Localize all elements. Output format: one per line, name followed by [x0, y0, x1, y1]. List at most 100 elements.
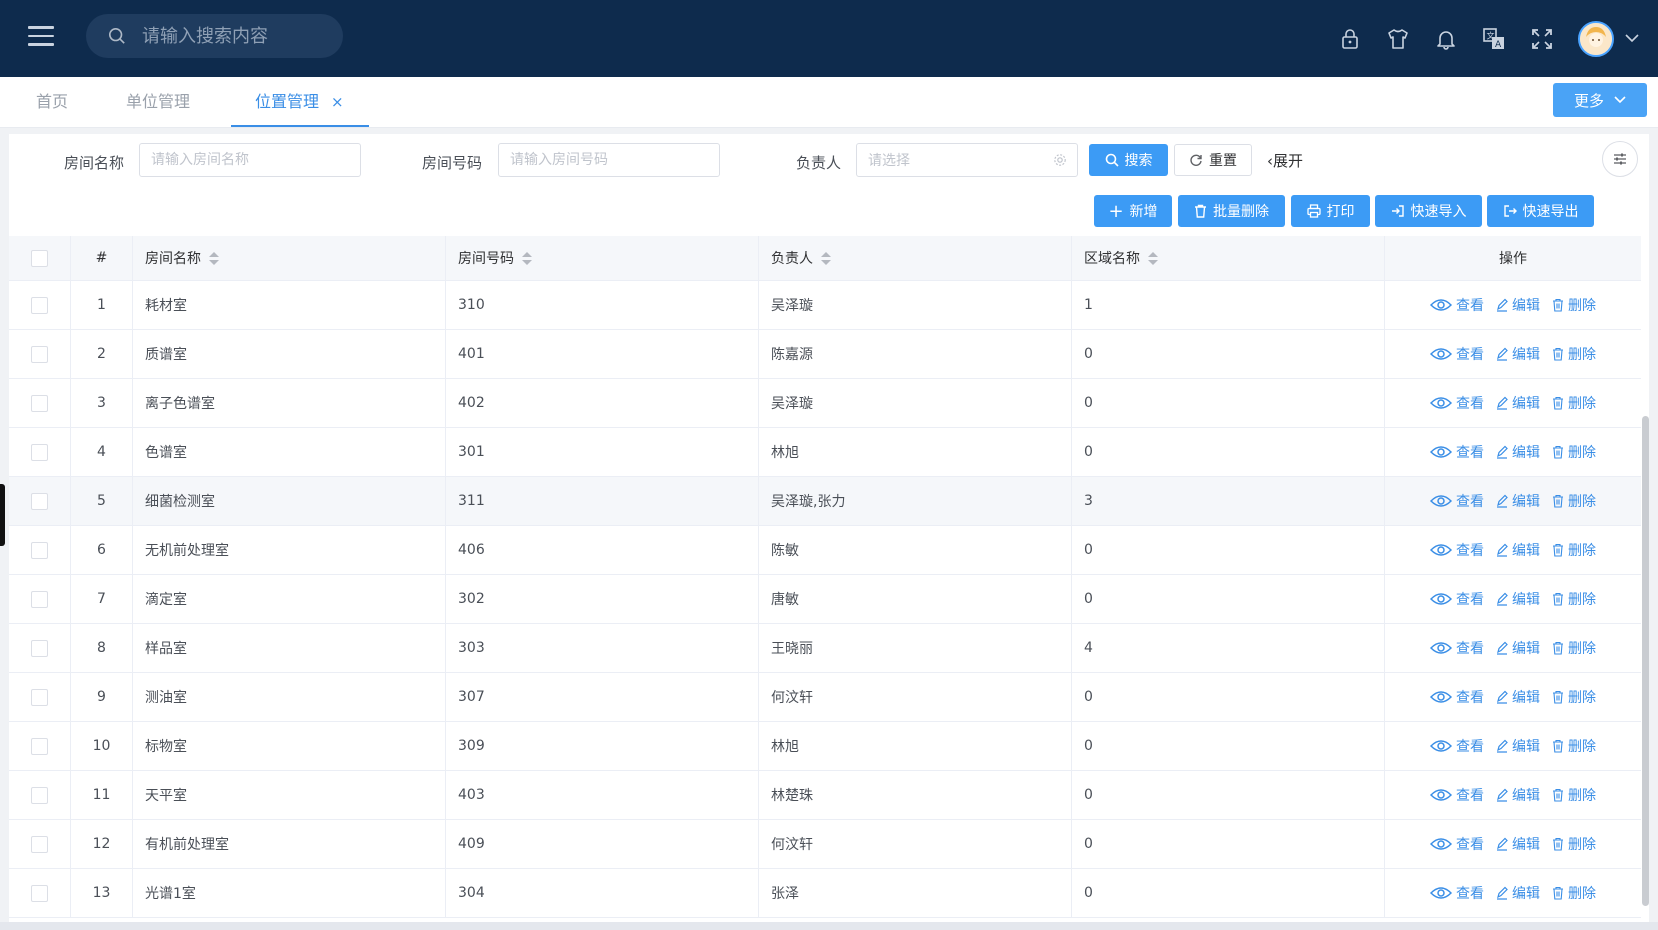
- delete-button[interactable]: 删除: [1552, 883, 1596, 903]
- fullscreen-icon[interactable]: [1529, 26, 1555, 52]
- global-search-input[interactable]: [142, 25, 332, 47]
- room-name-input[interactable]: [139, 143, 361, 177]
- lock-icon[interactable]: [1337, 26, 1363, 52]
- row-checkbox[interactable]: [31, 835, 48, 853]
- edit-button[interactable]: 编辑: [1496, 442, 1540, 462]
- select-all-checkbox[interactable]: [31, 249, 48, 267]
- delete-button[interactable]: 删除: [1552, 344, 1596, 364]
- view-button[interactable]: 查看: [1430, 834, 1484, 854]
- delete-button[interactable]: 删除: [1552, 393, 1596, 413]
- reset-button[interactable]: 重置: [1174, 144, 1252, 176]
- delete-button[interactable]: 删除: [1552, 785, 1596, 805]
- horizontal-scrollbar[interactable]: [0, 922, 1658, 930]
- edit-button[interactable]: 编辑: [1496, 687, 1540, 707]
- edit-button[interactable]: 编辑: [1496, 638, 1540, 658]
- chevron-down-icon[interactable]: [1624, 31, 1646, 47]
- close-icon[interactable]: ×: [331, 93, 344, 111]
- batch-delete-button[interactable]: 批量删除: [1178, 195, 1285, 227]
- view-button[interactable]: 查看: [1430, 687, 1484, 707]
- view-button[interactable]: 查看: [1430, 785, 1484, 805]
- owner-select[interactable]: 请选择: [856, 143, 1078, 177]
- edit-button[interactable]: 编辑: [1496, 883, 1540, 903]
- pencil-icon: [1497, 543, 1508, 557]
- delete-button[interactable]: 删除: [1552, 589, 1596, 609]
- delete-button[interactable]: 删除: [1552, 295, 1596, 315]
- edit-button[interactable]: 编辑: [1496, 736, 1540, 756]
- view-button[interactable]: 查看: [1430, 344, 1484, 364]
- edit-button[interactable]: 编辑: [1496, 344, 1540, 364]
- global-search[interactable]: [86, 14, 343, 58]
- column-settings-button[interactable]: [1602, 141, 1638, 177]
- delete-button[interactable]: 删除: [1552, 540, 1596, 560]
- header-area[interactable]: 区域名称: [1072, 236, 1385, 280]
- print-button[interactable]: 打印: [1291, 195, 1370, 227]
- edit-button[interactable]: 编辑: [1496, 589, 1540, 609]
- quick-export-button[interactable]: 快速导出: [1487, 195, 1594, 227]
- delete-button[interactable]: 删除: [1552, 491, 1596, 511]
- view-button[interactable]: 查看: [1430, 295, 1484, 315]
- edit-button[interactable]: 编辑: [1496, 295, 1540, 315]
- tab-location-management[interactable]: 位置管理 ×: [231, 77, 369, 127]
- view-button[interactable]: 查看: [1430, 589, 1484, 609]
- eye-icon: [1430, 593, 1452, 605]
- delete-button[interactable]: 删除: [1552, 442, 1596, 462]
- row-checkbox[interactable]: [31, 688, 48, 706]
- edit-button[interactable]: 编辑: [1496, 540, 1540, 560]
- edit-button[interactable]: 编辑: [1496, 491, 1540, 511]
- row-checkbox[interactable]: [31, 394, 48, 412]
- tab-unit-management[interactable]: 单位管理: [126, 77, 190, 127]
- translate-icon[interactable]: 文A: [1481, 26, 1507, 52]
- row-checkbox[interactable]: [31, 884, 48, 902]
- more-button[interactable]: 更多: [1553, 83, 1647, 117]
- menu-toggle-icon[interactable]: [28, 26, 54, 48]
- user-avatar[interactable]: [1578, 20, 1614, 57]
- search-button[interactable]: 搜索: [1089, 144, 1168, 176]
- room-name-cell: 标物室: [133, 722, 446, 770]
- edit-button[interactable]: 编辑: [1496, 785, 1540, 805]
- shirt-icon[interactable]: [1385, 26, 1411, 52]
- row-checkbox[interactable]: [31, 492, 48, 510]
- header-owner[interactable]: 负责人: [759, 236, 1072, 280]
- delete-button[interactable]: 删除: [1552, 638, 1596, 658]
- table-row: 10 标物室 309 林旭 0 查看 编辑 删除: [9, 722, 1641, 771]
- row-checkbox[interactable]: [31, 345, 48, 363]
- room-code-input[interactable]: [498, 143, 720, 177]
- row-checkbox[interactable]: [31, 443, 48, 461]
- pencil-icon: [1497, 298, 1508, 312]
- expand-link[interactable]: ‹展开: [1267, 150, 1303, 171]
- view-button[interactable]: 查看: [1430, 638, 1484, 658]
- view-button[interactable]: 查看: [1430, 491, 1484, 511]
- view-button[interactable]: 查看: [1430, 442, 1484, 462]
- view-button[interactable]: 查看: [1430, 883, 1484, 903]
- sort-icon[interactable]: [1148, 251, 1158, 265]
- row-checkbox[interactable]: [31, 541, 48, 559]
- view-button[interactable]: 查看: [1430, 393, 1484, 413]
- sort-icon[interactable]: [209, 251, 219, 265]
- quick-import-button[interactable]: 快速导入: [1375, 195, 1482, 227]
- owner-cell: 陈敏: [759, 526, 1072, 574]
- header-room-name[interactable]: 房间名称: [133, 236, 446, 280]
- row-checkbox[interactable]: [31, 639, 48, 657]
- sort-icon[interactable]: [522, 251, 532, 265]
- view-button[interactable]: 查看: [1430, 540, 1484, 560]
- table-scrollbar[interactable]: [1642, 416, 1649, 906]
- eye-icon: [1430, 838, 1452, 850]
- add-button[interactable]: + 新增: [1094, 195, 1172, 227]
- tab-home[interactable]: 首页: [36, 77, 68, 127]
- edit-button[interactable]: 编辑: [1496, 393, 1540, 413]
- header-room-code[interactable]: 房间号码: [446, 236, 759, 280]
- row-checkbox[interactable]: [31, 296, 48, 314]
- bell-icon[interactable]: [1433, 26, 1459, 52]
- sort-icon[interactable]: [821, 251, 831, 265]
- row-checkbox[interactable]: [31, 786, 48, 804]
- edit-button[interactable]: 编辑: [1496, 834, 1540, 854]
- delete-button[interactable]: 删除: [1552, 687, 1596, 707]
- row-checkbox[interactable]: [31, 737, 48, 755]
- sidebar-drag-handle[interactable]: [0, 484, 5, 546]
- row-checkbox[interactable]: [31, 590, 48, 608]
- delete-button[interactable]: 删除: [1552, 736, 1596, 756]
- owner-cell: 何汶轩: [759, 820, 1072, 868]
- delete-button[interactable]: 删除: [1552, 834, 1596, 854]
- view-button[interactable]: 查看: [1430, 736, 1484, 756]
- svg-text:A: A: [1495, 40, 1502, 50]
